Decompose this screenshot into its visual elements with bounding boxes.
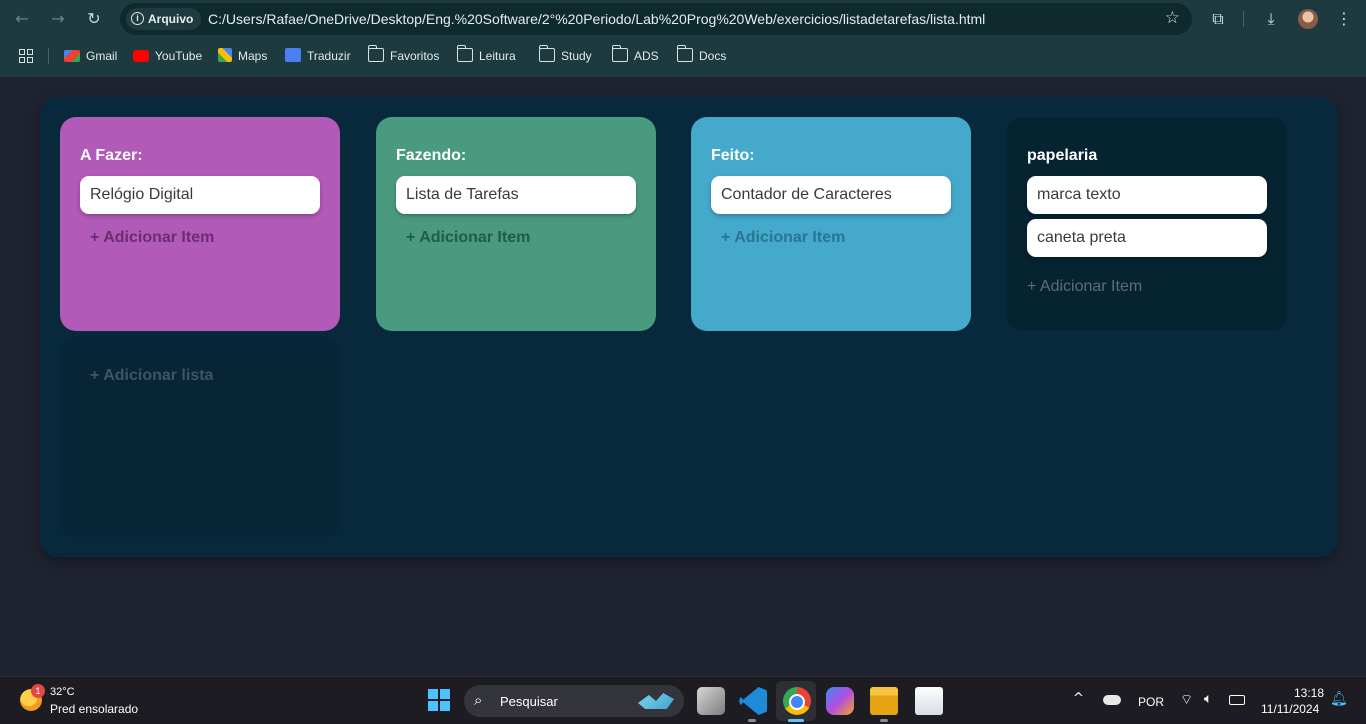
- add-list-panel[interactable]: + Adicionar lista: [60, 337, 340, 537]
- bookmark-label: Traduzir: [307, 49, 351, 63]
- chrome-center-icon: [789, 694, 805, 710]
- task-card[interactable]: Relógio Digital: [80, 176, 320, 214]
- file-explorer-icon[interactable]: [870, 687, 898, 715]
- taskbar-search[interactable]: ⌕ Pesquisar: [464, 685, 684, 717]
- search-icon: ⌕: [474, 691, 483, 709]
- bookmark-leitura[interactable]: Leitura: [456, 42, 516, 70]
- toolbar-divider: [1243, 11, 1244, 27]
- list-title: papelaria: [1027, 147, 1098, 164]
- copilot-icon[interactable]: [826, 687, 854, 715]
- reload-icon[interactable]: ↻: [82, 7, 106, 31]
- bookmark-gmail[interactable]: Gmail: [64, 42, 117, 70]
- browser-toolbar: ← → ↻ i Arquivo C:/Users/Rafae/OneDrive/…: [0, 0, 1366, 38]
- windows-taskbar: 1 32°C Pred ensolarado ⌕ Pesquisar ^ POR…: [0, 676, 1366, 724]
- bookmark-label: YouTube: [155, 49, 203, 63]
- list-papelaria: papelaria marca texto caneta preta + Adi…: [1007, 117, 1287, 331]
- bookmark-youtube[interactable]: YouTube: [133, 42, 202, 70]
- weather-forecast[interactable]: Pred ensolarado: [50, 702, 138, 716]
- translate-icon: [285, 48, 301, 62]
- bookmark-label: Study: [561, 49, 592, 63]
- task-card[interactable]: Contador de Caracteres: [711, 176, 951, 214]
- search-highlight-icon: [638, 693, 674, 709]
- menu-kebab-icon[interactable]: ⋮: [1333, 8, 1355, 30]
- list-fazendo: Fazendo: Lista de Tarefas + Adicionar It…: [376, 117, 656, 331]
- list-feito: Feito: Contador de Caracteres + Adiciona…: [691, 117, 971, 331]
- folder-icon: [538, 45, 555, 62]
- clock-time[interactable]: 13:18: [1294, 686, 1324, 700]
- python-icon[interactable]: [915, 687, 943, 715]
- chevron-up-icon[interactable]: ^: [1073, 691, 1084, 706]
- notification-bell-icon[interactable]: 🔔︎: [1330, 691, 1348, 707]
- bookmark-label: Maps: [238, 49, 268, 63]
- list-title: A Fazer:: [80, 147, 143, 164]
- bookmark-label: Gmail: [86, 49, 118, 63]
- folder-icon: [676, 45, 693, 62]
- bookmarks-bar: Gmail YouTube Maps Traduzir Favoritos Le…: [0, 42, 1366, 70]
- bookmark-label: Favoritos: [390, 49, 440, 63]
- folder-icon: [611, 45, 628, 62]
- maps-icon: [218, 48, 232, 62]
- battery-icon[interactable]: [1229, 695, 1245, 705]
- wifi-icon[interactable]: ⌔: [1180, 691, 1193, 709]
- volume-icon[interactable]: 🔈︎: [1204, 691, 1212, 707]
- task-view-icon[interactable]: [697, 687, 725, 715]
- task-card[interactable]: caneta preta: [1027, 219, 1267, 257]
- running-indicator: [748, 719, 756, 722]
- profile-avatar[interactable]: [1298, 9, 1318, 29]
- bookmark-maps[interactable]: Maps: [218, 42, 267, 70]
- bookmark-label: Leitura: [479, 49, 516, 63]
- bookmark-translate[interactable]: Traduzir: [285, 42, 351, 70]
- add-item-button[interactable]: + Adicionar Item: [721, 229, 845, 247]
- add-item-button[interactable]: + Adicionar Item: [1027, 278, 1142, 296]
- bookmark-star-icon[interactable]: ☆: [1165, 8, 1180, 28]
- task-card[interactable]: Lista de Tarefas: [396, 176, 636, 214]
- windows-start-icon[interactable]: [428, 689, 450, 711]
- bookmark-label: ADS: [634, 49, 659, 63]
- bookmark-label: Docs: [699, 49, 727, 63]
- site-info-label: Arquivo: [148, 12, 194, 26]
- browser-chrome: ← → ↻ i Arquivo C:/Users/Rafae/OneDrive/…: [0, 0, 1366, 77]
- vscode-icon[interactable]: [739, 687, 767, 715]
- add-item-button[interactable]: + Adicionar Item: [406, 229, 530, 247]
- gmail-icon: [64, 50, 80, 62]
- back-icon[interactable]: ←: [10, 7, 34, 31]
- forward-icon[interactable]: →: [46, 7, 70, 31]
- add-list-button[interactable]: + Adicionar lista: [90, 367, 213, 385]
- extensions-icon[interactable]: ⧉: [1207, 8, 1229, 30]
- task-card[interactable]: marca texto: [1027, 176, 1267, 214]
- download-icon[interactable]: ⤓: [1260, 8, 1282, 30]
- onedrive-icon[interactable]: [1103, 695, 1121, 705]
- info-icon: i: [131, 12, 144, 25]
- clock-date[interactable]: 11/11/2024: [1261, 702, 1319, 716]
- url-text[interactable]: C:/Users/Rafae/OneDrive/Desktop/Eng.%20S…: [208, 3, 985, 35]
- list-a-fazer: A Fazer: Relógio Digital + Adicionar Ite…: [60, 117, 340, 331]
- address-bar[interactable]: i Arquivo C:/Users/Rafae/OneDrive/Deskto…: [120, 3, 1192, 35]
- bookmark-docs[interactable]: Docs: [676, 42, 727, 70]
- board: A Fazer: Relógio Digital + Adicionar Ite…: [40, 97, 1338, 557]
- bookmark-study[interactable]: Study: [538, 42, 592, 70]
- add-item-button[interactable]: + Adicionar Item: [90, 229, 214, 247]
- bookmark-ads[interactable]: ADS: [611, 42, 659, 70]
- youtube-icon: [133, 50, 149, 62]
- weather-temperature[interactable]: 32°C: [50, 686, 75, 698]
- folder-icon: [367, 45, 384, 62]
- bookmark-favoritos[interactable]: Favoritos: [367, 42, 440, 70]
- language-indicator[interactable]: POR: [1138, 695, 1164, 709]
- weather-badge: 1: [31, 684, 45, 698]
- list-title: Fazendo:: [396, 147, 467, 164]
- list-title: Feito:: [711, 147, 755, 164]
- folder-icon: [456, 45, 473, 62]
- running-indicator: [880, 719, 888, 722]
- search-placeholder: Pesquisar: [500, 694, 558, 709]
- active-indicator: [788, 719, 804, 722]
- site-info-chip[interactable]: i Arquivo: [126, 8, 202, 30]
